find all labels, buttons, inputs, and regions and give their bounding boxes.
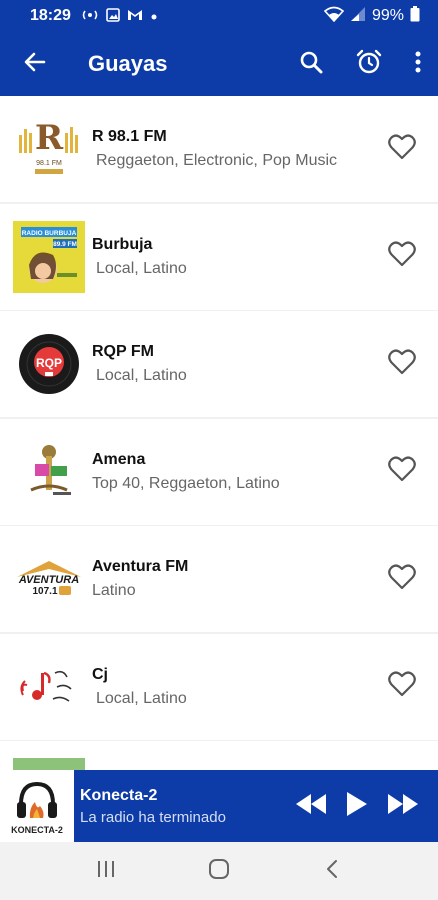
station-row[interactable]: AVENTURA 107.1 Aventura FM Latino	[0, 526, 438, 632]
station-genres: Top 40, Reggaeton, Latino	[92, 474, 280, 492]
station-row[interactable]: Amena Top 40, Reggaeton, Latino	[0, 418, 438, 525]
alarm-clock-icon	[356, 49, 382, 80]
fast-forward-icon	[388, 793, 418, 819]
station-name: Amena	[92, 450, 146, 468]
system-nav-bar	[0, 842, 438, 900]
image-icon	[106, 7, 120, 25]
player-logo-brand: KONECTA-2	[11, 824, 63, 835]
heart-outline-icon	[388, 456, 416, 487]
favorite-button[interactable]	[372, 549, 432, 609]
station-row[interactable]	[0, 741, 438, 770]
player-station-logo: KONECTA-2	[0, 770, 74, 842]
rewind-button[interactable]	[288, 770, 334, 842]
favorite-button[interactable]	[372, 442, 432, 502]
station-name: RQP FM	[92, 343, 154, 360]
more-vert-icon	[415, 51, 421, 78]
favorite-button[interactable]	[372, 334, 432, 394]
station-genres: Local, Latino	[96, 689, 187, 707]
home-button[interactable]	[189, 846, 249, 896]
favorite-button[interactable]	[372, 227, 432, 287]
chevron-left-icon	[326, 859, 338, 884]
logo-freq-r981: 98.1 FM	[36, 160, 62, 167]
gmail-icon	[127, 8, 143, 24]
wifi-icon	[323, 6, 345, 27]
logo-title-rqp: RQP	[36, 356, 62, 370]
alarm-button[interactable]	[340, 32, 398, 96]
station-genres: Latino	[92, 582, 136, 599]
app-bar: Guayas	[0, 32, 438, 96]
station-list[interactable]: R 98.1 FM R 98.1 FM Reggaeton, Electroni…	[0, 96, 438, 770]
heart-outline-icon	[388, 671, 416, 702]
favorite-button[interactable]	[372, 119, 432, 179]
play-button[interactable]	[334, 770, 380, 842]
station-logo-amena	[13, 435, 85, 508]
station-name: Cj	[92, 665, 108, 683]
station-logo-rqp: RQP	[13, 328, 85, 400]
station-row[interactable]: RADIO BURBUJA 89.9 FM Burbuja Local, Lat…	[0, 203, 438, 310]
mini-player[interactable]: KONECTA-2 Konecta-2 La radio ha terminad…	[0, 770, 438, 842]
favorite-button[interactable]	[372, 657, 432, 717]
signal-icon	[350, 6, 366, 27]
rewind-icon	[296, 793, 326, 819]
station-genres: Local, Latino	[96, 259, 187, 277]
logo-letter-r: R	[35, 118, 64, 158]
status-bar: 18:29 99%	[0, 0, 438, 32]
player-station-name: Konecta-2	[80, 786, 158, 804]
search-button[interactable]	[282, 32, 340, 96]
station-row[interactable]: R 98.1 FM R 98.1 FM Reggaeton, Electroni…	[0, 96, 438, 202]
back-button[interactable]	[0, 32, 70, 96]
station-logo-cj	[13, 650, 85, 723]
heart-outline-icon	[388, 564, 416, 595]
logo-freq-aventura: 107.1	[32, 586, 57, 597]
logo-title-burbuja: RADIO BURBUJA	[22, 230, 77, 237]
station-logo-partial	[13, 758, 85, 770]
battery-level: 99%	[371, 7, 404, 24]
heart-outline-icon	[388, 349, 416, 380]
player-status: La radio ha terminado	[80, 808, 226, 826]
status-time: 18:29	[30, 7, 71, 24]
station-logo-aventura: AVENTURA 107.1	[13, 543, 85, 615]
arrow-left-icon	[24, 51, 46, 78]
home-icon	[208, 858, 230, 885]
station-row[interactable]: Cj Local, Latino	[0, 633, 438, 740]
logo-freq-burbuja: 89.9 FM	[53, 241, 77, 248]
fast-forward-button[interactable]	[380, 770, 426, 842]
station-name: Aventura FM	[92, 558, 189, 575]
radio-waves-icon	[81, 8, 99, 24]
recent-apps-button[interactable]	[76, 846, 136, 896]
logo-title-aventura: AVENTURA	[18, 574, 79, 586]
heart-outline-icon	[388, 241, 416, 272]
more-options-button[interactable]	[398, 32, 438, 96]
page-title: Guayas	[88, 51, 168, 76]
battery-icon	[410, 5, 420, 27]
recent-apps-icon	[96, 860, 116, 883]
station-name: R 98.1 FM	[92, 128, 167, 145]
station-genres: Reggaeton, Electronic, Pop Music	[96, 152, 338, 169]
system-back-button[interactable]	[302, 846, 362, 896]
play-icon	[347, 791, 367, 821]
station-genres: Local, Latino	[96, 367, 187, 384]
station-row[interactable]: RQP RQP FM Local, Latino	[0, 311, 438, 417]
heart-outline-icon	[388, 134, 416, 165]
station-logo-burbuja: RADIO BURBUJA 89.9 FM	[13, 220, 85, 293]
station-logo-r981: R 98.1 FM	[13, 113, 85, 185]
dot-icon	[150, 8, 158, 24]
station-name: Burbuja	[92, 235, 153, 253]
search-icon	[299, 50, 323, 79]
